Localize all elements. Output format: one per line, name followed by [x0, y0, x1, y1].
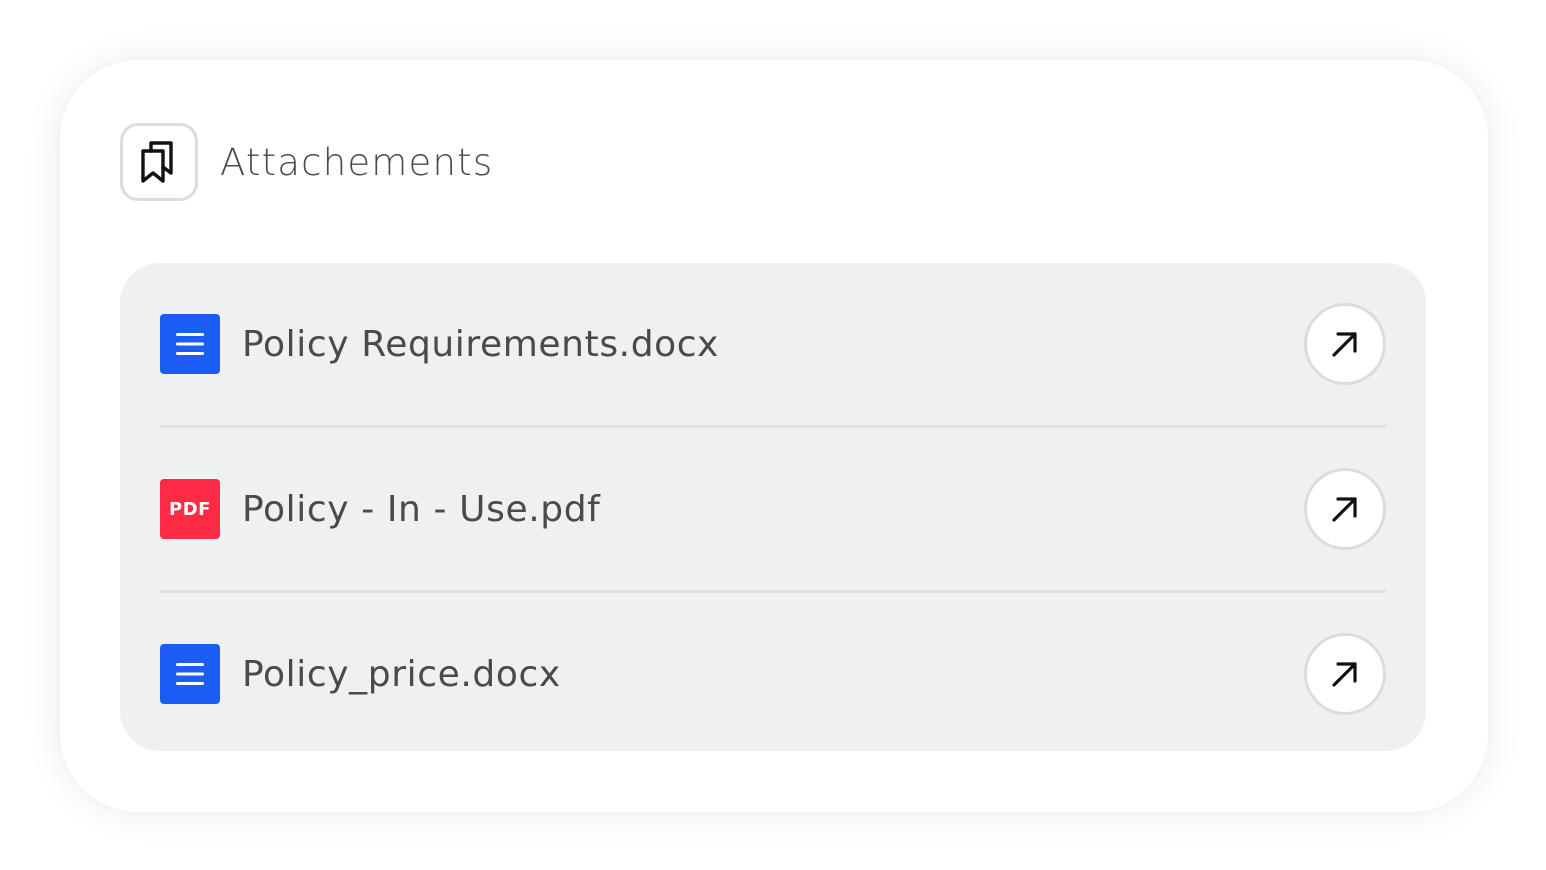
- arrow-up-right-icon: [1332, 662, 1357, 687]
- attachment-row[interactable]: Policy_price.docx: [160, 590, 1386, 755]
- arrow-up-right-icon: [1332, 332, 1357, 357]
- bookmarks-icon: [120, 123, 198, 201]
- document-icon: [160, 644, 220, 704]
- attachments-card: Attachements Policy Requirements.docx PD…: [60, 60, 1488, 812]
- document-icon: [160, 314, 220, 374]
- attachment-row[interactable]: Policy Requirements.docx: [160, 263, 1386, 425]
- attachment-name: Policy_price.docx: [242, 653, 561, 695]
- open-attachment-button[interactable]: [1304, 303, 1386, 385]
- attachment-row[interactable]: PDF Policy - In - Use.pdf: [160, 425, 1386, 590]
- arrow-up-right-icon: [1332, 497, 1357, 522]
- open-attachment-button[interactable]: [1304, 633, 1386, 715]
- pdf-icon-label: PDF: [169, 498, 211, 520]
- attachment-name: Policy Requirements.docx: [242, 323, 720, 365]
- pdf-icon: PDF: [160, 479, 220, 539]
- card-header: Attachements: [120, 120, 493, 204]
- attachment-list: Policy Requirements.docx PDF Policy - In…: [120, 263, 1426, 751]
- card-title: Attachements: [220, 140, 494, 184]
- attachment-name: Policy - In - Use.pdf: [242, 488, 601, 530]
- open-attachment-button[interactable]: [1304, 468, 1386, 550]
